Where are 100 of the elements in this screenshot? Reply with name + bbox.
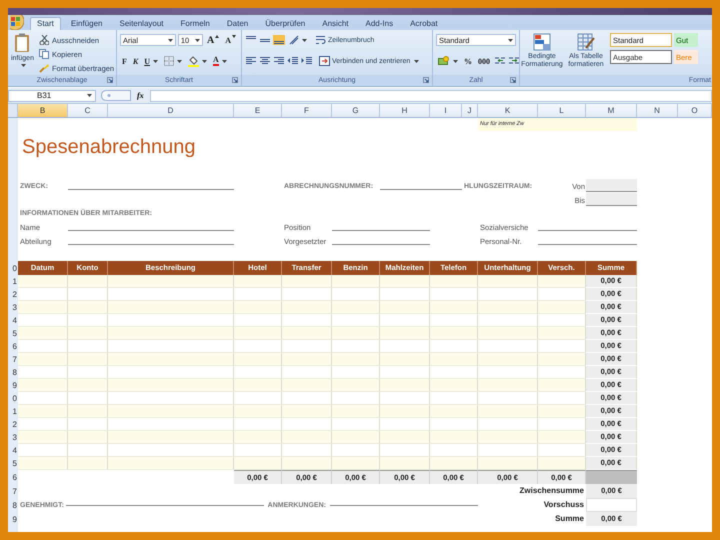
borders-button[interactable] xyxy=(162,54,184,68)
table-cell[interactable] xyxy=(18,418,68,431)
table-cell[interactable] xyxy=(234,379,282,392)
table-cell[interactable] xyxy=(108,457,234,470)
decrease-decimal-icon[interactable] xyxy=(508,56,520,66)
table-cell[interactable] xyxy=(332,340,380,353)
orientation-button[interactable] xyxy=(287,34,309,46)
table-cell[interactable] xyxy=(538,353,586,366)
table-cell[interactable] xyxy=(430,288,478,301)
table-cell[interactable] xyxy=(108,314,234,327)
table-cell[interactable] xyxy=(430,301,478,314)
table-cell[interactable] xyxy=(68,457,108,470)
font-color-button[interactable]: A xyxy=(211,54,229,68)
column-header[interactable]: F xyxy=(282,104,332,117)
table-cell[interactable] xyxy=(430,444,478,457)
increase-decimal-icon[interactable] xyxy=(494,56,506,66)
dialog-launcher-icon[interactable] xyxy=(232,77,238,83)
table-cell[interactable] xyxy=(108,340,234,353)
table-cell[interactable] xyxy=(234,366,282,379)
insert-function-button[interactable]: fx xyxy=(134,90,147,102)
table-cell[interactable] xyxy=(332,366,380,379)
table-cell[interactable] xyxy=(478,405,538,418)
table-cell[interactable] xyxy=(282,457,332,470)
align-center-icon[interactable] xyxy=(259,56,271,66)
table-cell[interactable] xyxy=(282,418,332,431)
align-bottom-icon[interactable] xyxy=(273,35,285,45)
table-cell[interactable] xyxy=(332,431,380,444)
table-cell[interactable] xyxy=(68,275,108,288)
table-cell[interactable] xyxy=(68,405,108,418)
table-cell[interactable] xyxy=(234,340,282,353)
table-cell[interactable] xyxy=(478,327,538,340)
column-header[interactable]: N xyxy=(637,104,678,117)
table-cell[interactable] xyxy=(234,431,282,444)
column-header[interactable]: D xyxy=(108,104,234,117)
table-cell[interactable] xyxy=(380,340,430,353)
table-cell[interactable] xyxy=(18,275,68,288)
table-cell[interactable] xyxy=(478,275,538,288)
table-cell[interactable] xyxy=(332,327,380,340)
table-cell[interactable] xyxy=(282,431,332,444)
table-cell[interactable] xyxy=(538,444,586,457)
table-cell[interactable] xyxy=(380,353,430,366)
ribbon-tab[interactable]: Start xyxy=(30,17,61,30)
table-cell[interactable] xyxy=(478,418,538,431)
table-cell[interactable] xyxy=(18,366,68,379)
table-cell[interactable] xyxy=(18,431,68,444)
ribbon-tab[interactable]: Formeln xyxy=(174,17,217,30)
table-cell[interactable] xyxy=(108,405,234,418)
table-cell[interactable] xyxy=(380,366,430,379)
table-cell[interactable] xyxy=(282,340,332,353)
table-cell[interactable] xyxy=(234,301,282,314)
grow-font-button[interactable]: A xyxy=(204,34,222,46)
table-cell[interactable] xyxy=(430,314,478,327)
table-cell[interactable] xyxy=(68,431,108,444)
formula-handle-icon[interactable] xyxy=(101,90,131,101)
fill-color-button[interactable] xyxy=(186,54,210,68)
app-menu-button[interactable] xyxy=(10,15,24,30)
bold-button[interactable]: F xyxy=(120,54,129,68)
table-cell[interactable] xyxy=(68,340,108,353)
table-cell[interactable] xyxy=(108,288,234,301)
table-cell[interactable] xyxy=(332,392,380,405)
table-cell[interactable] xyxy=(18,288,68,301)
table-cell[interactable] xyxy=(538,327,586,340)
table-cell[interactable] xyxy=(68,301,108,314)
table-cell[interactable] xyxy=(332,405,380,418)
table-cell[interactable] xyxy=(430,353,478,366)
table-cell[interactable] xyxy=(282,392,332,405)
ribbon-tab[interactable]: Überprüfen xyxy=(258,17,312,30)
ribbon-tab[interactable]: Ansicht xyxy=(315,17,356,30)
table-cell[interactable] xyxy=(478,314,538,327)
table-cell[interactable] xyxy=(478,301,538,314)
formula-input[interactable] xyxy=(150,90,712,102)
table-cell[interactable] xyxy=(332,314,380,327)
table-cell[interactable] xyxy=(18,301,68,314)
column-header[interactable]: L xyxy=(538,104,586,117)
table-cell[interactable] xyxy=(380,405,430,418)
table-cell[interactable] xyxy=(538,366,586,379)
table-cell[interactable] xyxy=(478,366,538,379)
table-cell[interactable] xyxy=(332,275,380,288)
table-cell[interactable] xyxy=(380,379,430,392)
table-cell[interactable] xyxy=(430,457,478,470)
shrink-font-button[interactable]: A xyxy=(223,34,238,46)
italic-button[interactable]: K xyxy=(130,54,140,68)
select-all-corner[interactable] xyxy=(8,104,18,117)
column-header[interactable]: G xyxy=(332,104,380,117)
table-cell[interactable] xyxy=(108,353,234,366)
table-cell[interactable] xyxy=(108,366,234,379)
table-cell[interactable] xyxy=(68,418,108,431)
table-cell[interactable] xyxy=(234,457,282,470)
table-cell[interactable] xyxy=(478,457,538,470)
table-cell[interactable] xyxy=(234,314,282,327)
table-cell[interactable] xyxy=(18,340,68,353)
table-cell[interactable] xyxy=(538,379,586,392)
table-cell[interactable] xyxy=(478,431,538,444)
table-cell[interactable] xyxy=(332,379,380,392)
table-cell[interactable] xyxy=(538,457,586,470)
table-cell[interactable] xyxy=(538,288,586,301)
column-header[interactable]: B xyxy=(18,104,68,117)
table-cell[interactable] xyxy=(478,444,538,457)
align-right-icon[interactable] xyxy=(273,56,285,66)
column-header[interactable]: I xyxy=(430,104,462,117)
